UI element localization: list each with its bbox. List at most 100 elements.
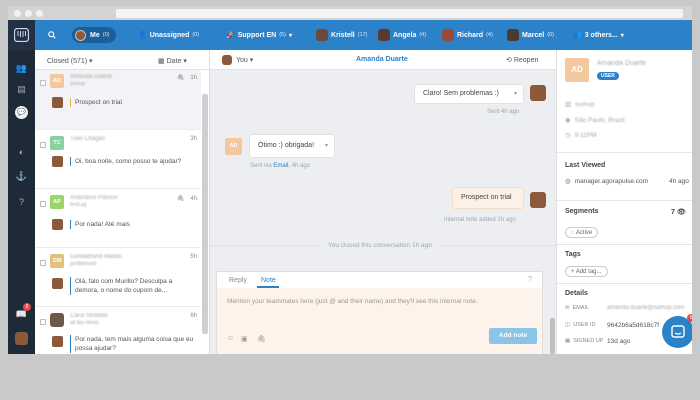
chevron-down-icon: ▾ (249, 57, 254, 64)
nav-unassigned-label: Unassigned (149, 31, 190, 39)
row-time: 🖇 1h (176, 75, 197, 81)
nav-inbox-kristell[interactable]: Kristell (17) (316, 20, 368, 50)
segment-icon: ◌ (571, 230, 575, 236)
note-meta: Internal note added 1h ago (444, 217, 516, 223)
nav-inbox-unassigned[interactable]: 👤 Unassigned (0) (138, 20, 199, 50)
email-link[interactable]: Email (273, 163, 288, 169)
conversation-scrollbar[interactable] (550, 318, 555, 354)
agent-avatar (52, 219, 63, 230)
chevron-down-icon: ▾ (288, 32, 292, 39)
integrations-icon[interactable]: ◐ (15, 146, 28, 159)
address-bar[interactable] (116, 9, 683, 18)
contact-initials: AD (225, 138, 242, 155)
row-checkbox[interactable] (40, 260, 46, 266)
filter-label: Closed (571) (47, 58, 88, 65)
contact-initials: AD (50, 74, 64, 88)
row-time: 3h (190, 136, 197, 142)
message-text: Ótimo :) obrigada! (258, 142, 315, 149)
chevron-down-icon[interactable]: ▾ (514, 85, 517, 103)
nav-angela-count: (4) (419, 32, 427, 38)
anchor-icon[interactable]: ⚓ (15, 170, 28, 183)
image-icon[interactable]: ▣ (241, 335, 248, 343)
message-bubble: Claro! Sem problemas :) ▾ (414, 84, 524, 104)
chevron-down-icon: ▾ (183, 58, 187, 65)
list-item[interactable]: Carol Strabelli all das ideias 6h Por na… (35, 309, 201, 354)
help-icon[interactable]: ? (15, 196, 28, 209)
tab-reply[interactable]: Reply (229, 277, 247, 284)
nav-inbox-support[interactable]: 🚀 Support EN (5) ▾ (226, 20, 292, 50)
list-item[interactable]: AP Anastácio Passos lend.ag 🖇 4h Por nada… (35, 191, 201, 248)
contact-name: Amanda Duarte (70, 74, 113, 80)
segment-active[interactable]: ◌ Active (565, 227, 599, 238)
note-input[interactable]: Mention your teammates here (just @ and … (217, 288, 542, 354)
nav-support-label: Support EN (237, 31, 277, 39)
list-item[interactable]: GM Gorillabrand Midias gorillabrand 5h O… (35, 250, 201, 307)
calendar-icon: ▦ (565, 338, 571, 344)
users-icon[interactable]: 👥 (15, 62, 28, 75)
app-window: Me (0) 👤 Unassigned (0) 🚀 Support EN (5)… (8, 6, 692, 354)
chevron-down-icon[interactable]: ▾ (325, 135, 328, 157)
nav-inbox-angela[interactable]: Angela (4) (378, 20, 426, 50)
list-header: Closed (571) ▾ ▦ Date ▾ (35, 50, 209, 70)
internal-note-bubble: Prospect on trial (452, 187, 524, 209)
window-minimize-dot[interactable] (25, 10, 32, 17)
attachment-icon: 🖇 (176, 75, 185, 81)
add-tag-button[interactable]: + Add tag... (565, 266, 608, 277)
nav-kristell-label: Kristell (331, 31, 355, 39)
filter-dropdown[interactable]: Closed (571) ▾ (47, 57, 93, 65)
reopen-button[interactable]: ⟲ Reopen (506, 56, 538, 64)
angela-avatar (378, 29, 390, 41)
email-value: amanda.duarte@sumup.com (607, 305, 685, 311)
contact-company: sumup (70, 81, 86, 87)
note-text: Prospect on trial (461, 194, 512, 201)
assignee-dropdown[interactable]: You ▾ (236, 56, 253, 64)
list-item[interactable]: TC Tulio Chagas 3h Oi, boa noite, como p… (35, 132, 201, 189)
segments-title: Segments (565, 208, 599, 215)
window-maximize-dot[interactable] (36, 10, 43, 17)
signed-up-label: ▦ SIGNED UP (565, 338, 604, 344)
contact-company: gorillabrand (70, 261, 97, 267)
agent-avatar (530, 192, 546, 208)
help-icon[interactable]: ? (528, 276, 532, 283)
tab-note[interactable]: Note (261, 277, 276, 284)
nav-inbox-marcel[interactable]: Marcel (0) (507, 20, 554, 50)
attachment-icon[interactable]: 🖇 (257, 335, 266, 343)
last-viewed-time: 4h ago (669, 178, 689, 185)
reports-icon[interactable]: ▤ (15, 83, 28, 96)
user-icon: 👤 (138, 32, 147, 39)
list-item[interactable]: AD Amanda Duarte sumup 🖇 1h Prospect on t… (35, 70, 201, 130)
contact-initials: TC (50, 136, 64, 150)
nav-marcel-count: (0) (547, 32, 554, 38)
signed-up-value: 13d ago (607, 338, 631, 345)
add-note-button[interactable]: Add note (489, 328, 537, 344)
conversations-icon[interactable]: 💬 (15, 106, 28, 119)
last-viewed-url[interactable]: ◍ manager.agorapulse.com (565, 177, 648, 186)
row-checkbox[interactable] (40, 80, 46, 86)
app-logo[interactable] (8, 20, 35, 50)
nav-more-inboxes[interactable]: 👥 3 others... ▾ (573, 20, 624, 50)
emoji-icon[interactable]: ☺ (227, 335, 234, 342)
account-avatar[interactable] (15, 332, 28, 345)
last-viewed-title: Last Viewed (565, 162, 606, 169)
list-scrollbar[interactable] (202, 94, 208, 334)
user-badge: USER (597, 72, 619, 80)
segments-count[interactable]: 7 👁 (671, 208, 686, 216)
nav-others-label: 3 others... (584, 31, 618, 39)
window-close-dot[interactable] (14, 10, 21, 17)
nav-richard-count: (4) (486, 32, 493, 38)
id-icon: ◫ (565, 322, 571, 328)
last-message: Prospect on trial (70, 98, 195, 107)
nav-inbox-richard[interactable]: Richard (4) (442, 20, 493, 50)
row-checkbox[interactable] (40, 201, 46, 207)
row-checkbox[interactable] (40, 319, 46, 325)
group-icon: 👥 (573, 32, 582, 39)
sort-dropdown[interactable]: ▦ Date ▾ (158, 57, 187, 65)
contact-name-link[interactable]: Amanda Duarte (356, 56, 408, 63)
conversation-header: You ▾ Amanda Duarte ⟲ Reopen (210, 50, 556, 70)
row-checkbox[interactable] (40, 142, 46, 148)
contact-name: Anastácio Passos (70, 195, 118, 201)
agent-avatar (52, 97, 63, 108)
search-icon[interactable] (48, 20, 56, 50)
composer: Reply Note ? Mention your teammates here… (216, 271, 543, 354)
nav-inbox-me[interactable]: Me (0) (72, 27, 117, 43)
